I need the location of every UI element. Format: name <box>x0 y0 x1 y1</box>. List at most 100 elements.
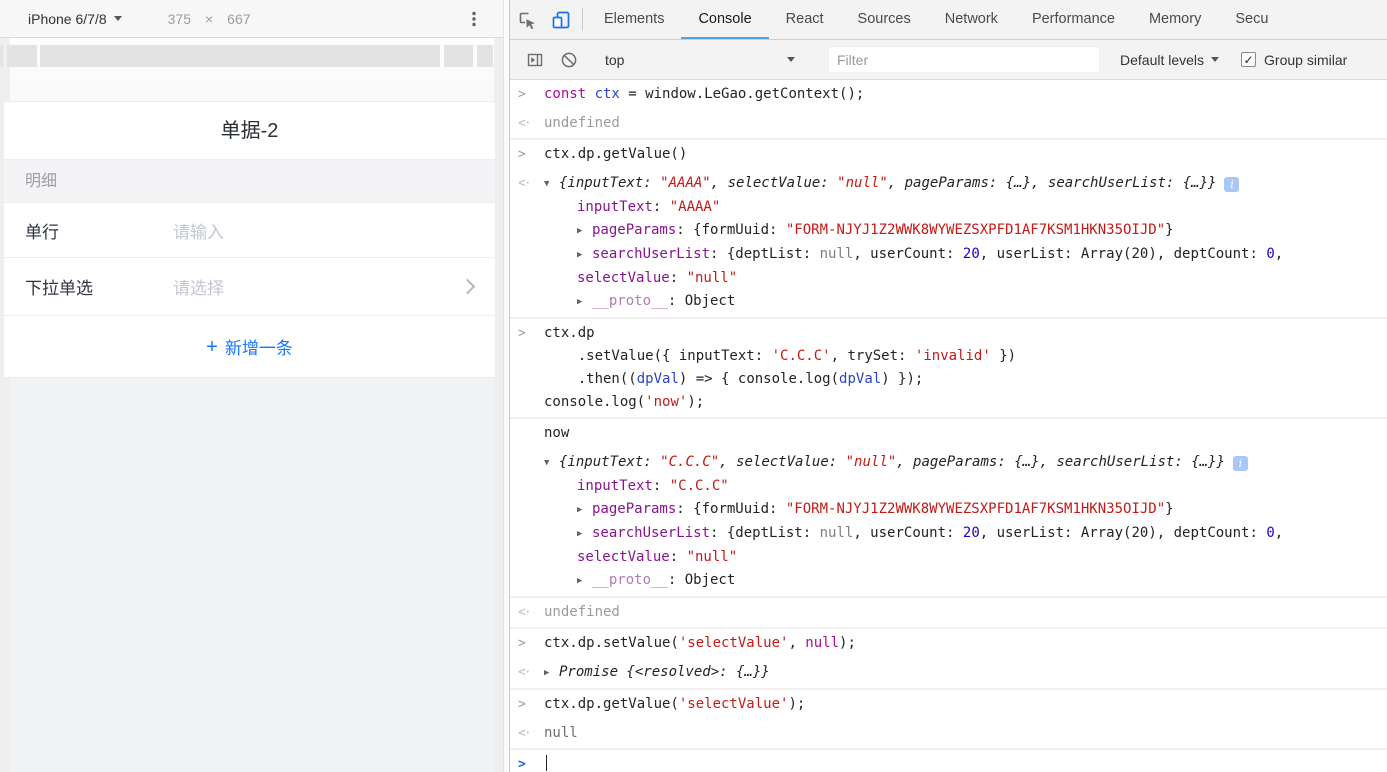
disclosure-triangle-icon[interactable]: ▶ <box>577 244 592 267</box>
console-line: selectValue: "null" <box>510 546 1387 569</box>
disclosure-triangle-icon[interactable]: ▶ <box>577 220 592 243</box>
console-line-content: null <box>544 725 578 741</box>
console-line-content: ▶ pageParams: {formUuid: "FORM-NJYJ1Z2WWK… <box>544 498 1174 522</box>
chevron-down-icon <box>1211 57 1220 66</box>
disclosure-triangle-icon[interactable]: ▶ <box>577 291 592 314</box>
device-height-field[interactable]: 667 <box>227 11 250 27</box>
inspect-element-button[interactable] <box>510 0 544 39</box>
pane-splitter[interactable] <box>503 0 510 772</box>
console-filter-input[interactable] <box>828 46 1100 73</box>
console-line: <· null <box>510 722 1387 745</box>
output-marker-icon: <· <box>518 726 532 741</box>
console-line: ▶ searchUserList: {deptList: null, userCo… <box>510 522 1387 546</box>
console-line: ▼ {inputText: "C.C.C", selectValue: "null… <box>510 451 1387 475</box>
tab-memory[interactable]: Memory <box>1132 0 1218 39</box>
console-message-result: <· undefined <box>510 109 1387 140</box>
console-line: > <box>510 753 1387 772</box>
tab-security[interactable]: Secu <box>1218 0 1285 39</box>
group-similar-checkbox[interactable]: ✓ <box>1241 52 1257 67</box>
console-line-content: ▼ {inputText: "C.C.C", selectValue: "null… <box>544 451 1248 475</box>
info-icon[interactable]: i <box>1232 456 1248 471</box>
toolbar-divider <box>582 8 583 31</box>
console-line-content: inputText: "AAAA" <box>577 199 721 215</box>
console-line: inputText: "AAAA" <box>510 196 1387 219</box>
tab-react[interactable]: React <box>769 0 841 39</box>
console-line: ▶ __proto__: Object <box>510 290 1387 314</box>
log-levels-label: Default levels <box>1120 51 1205 68</box>
clear-console-icon <box>561 52 577 67</box>
console-line: <· ▼ {inputText: "AAAA", selectValue: "nul… <box>510 172 1387 196</box>
clear-console-button[interactable] <box>552 50 586 70</box>
console-line: inputText: "C.C.C" <box>510 475 1387 498</box>
tab-performance[interactable]: Performance <box>1015 0 1132 39</box>
field-placeholder[interactable]: 请输入 <box>173 218 477 243</box>
console-line: .then((dpVal) => { console.log(dpVal) })… <box>510 368 1387 391</box>
console-line-content: ctx.dp.setValue('selectValue', null); <box>544 635 856 651</box>
device-width-field[interactable]: 375 <box>168 11 191 27</box>
form-field-text-input[interactable]: 单行 请输入 <box>4 203 495 258</box>
console-line-content: selectValue: "null" <box>577 270 738 286</box>
prompt-marker-icon: > <box>518 757 526 772</box>
console-message-input: > ctx.dp.getValue('selectValue'); <box>510 690 1387 719</box>
execution-context-selector[interactable]: top <box>595 52 803 68</box>
info-icon[interactable]: i <box>1224 177 1240 192</box>
console-line: <· undefined <box>510 112 1387 135</box>
console-line-content: ▶ searchUserList: {deptList: null, userCo… <box>544 522 1283 546</box>
disclosure-triangle-icon[interactable]: ▶ <box>577 570 592 593</box>
console-message-result: <· null <box>510 719 1387 750</box>
tab-sources[interactable]: Sources <box>841 0 928 39</box>
console-line-content: console.log('now'); <box>544 394 705 410</box>
console-message-prompt: > <box>510 750 1387 772</box>
console-line: ▶ pageParams: {formUuid: "FORM-NJYJ1Z2WWK… <box>510 498 1387 522</box>
form-card: 单据-2 明细 单行 请输入 下拉单选 请选择 + 新增一条 <box>3 101 496 378</box>
device-toolbar-menu-button[interactable] <box>465 10 483 28</box>
log-levels-dropdown[interactable]: Default levels <box>1120 51 1220 68</box>
toggle-device-toolbar-button[interactable] <box>544 0 578 39</box>
console-line-content: ▶ pageParams: {formUuid: "FORM-NJYJ1Z2WWK… <box>544 219 1174 243</box>
console-line: ▶ searchUserList: {deptList: null, userCo… <box>510 243 1387 267</box>
input-marker-icon: > <box>518 326 526 341</box>
console-line-content <box>544 753 547 772</box>
console-message-input: > ctx.dp .setValue({ inputText: 'C.C.C', … <box>510 319 1387 419</box>
console-sidebar-icon <box>527 53 543 66</box>
tab-console[interactable]: Console <box>681 0 769 39</box>
console-line: > ctx.dp.getValue() <box>510 143 1387 166</box>
device-dimensions: 375 × 667 <box>168 11 251 27</box>
device-selector-label: iPhone 6/7/8 <box>28 10 107 27</box>
input-marker-icon: > <box>518 87 526 102</box>
console-line-content: ▼ {inputText: "AAAA", selectValue: "null"… <box>544 172 1240 196</box>
disclosure-triangle-icon[interactable]: ▶ <box>577 523 592 546</box>
chevron-down-icon <box>113 16 122 25</box>
devtools-tabbar: Elements Console React Sources Network P… <box>510 0 1387 40</box>
console-line: <· ▶ Promise {<resolved>: {…}} <box>510 661 1387 685</box>
group-similar-label: Group similar <box>1264 51 1348 68</box>
console-line: .setValue({ inputText: 'C.C.C', trySet: … <box>510 345 1387 368</box>
tab-network[interactable]: Network <box>928 0 1015 39</box>
console-line-content: ▶ Promise {<resolved>: {…}} <box>544 661 770 685</box>
field-placeholder: 请选择 <box>173 279 224 298</box>
tab-elements[interactable]: Elements <box>587 0 681 39</box>
console-line-content: ctx.dp <box>544 325 595 341</box>
console-messages[interactable]: > const ctx = window.LeGao.getContext(); <… <box>510 80 1387 772</box>
output-marker-icon: <· <box>518 605 532 620</box>
console-line: selectValue: "null" <box>510 267 1387 290</box>
form-field-select[interactable]: 下拉单选 请选择 <box>4 258 495 316</box>
disclosure-triangle-icon[interactable]: ▶ <box>577 499 592 522</box>
console-line-content: ctx.dp.getValue() <box>544 146 688 162</box>
console-line-content: undefined <box>544 604 620 620</box>
inspect-cursor-icon <box>519 12 535 29</box>
disclosure-triangle-icon[interactable]: ▼ <box>544 452 559 475</box>
console-line: > ctx.dp.getValue('selectValue'); <box>510 693 1387 716</box>
device-selector[interactable]: iPhone 6/7/8 <box>28 11 122 27</box>
add-item-button[interactable]: + 新增一条 <box>4 316 495 377</box>
console-line-content: .setValue({ inputText: 'C.C.C', trySet: … <box>544 348 1017 364</box>
console-line: ▶ pageParams: {formUuid: "FORM-NJYJ1Z2WWK… <box>510 219 1387 243</box>
text-caret <box>546 755 547 771</box>
disclosure-triangle-icon[interactable]: ▶ <box>544 662 559 685</box>
input-marker-icon: > <box>518 636 526 651</box>
console-sidebar-toggle-button[interactable] <box>518 50 552 70</box>
disclosure-triangle-icon[interactable]: ▼ <box>544 173 559 196</box>
form-title: 单据-2 <box>4 102 495 160</box>
page-header-skeleton <box>0 45 503 67</box>
device-toolbar-icon <box>552 11 570 28</box>
